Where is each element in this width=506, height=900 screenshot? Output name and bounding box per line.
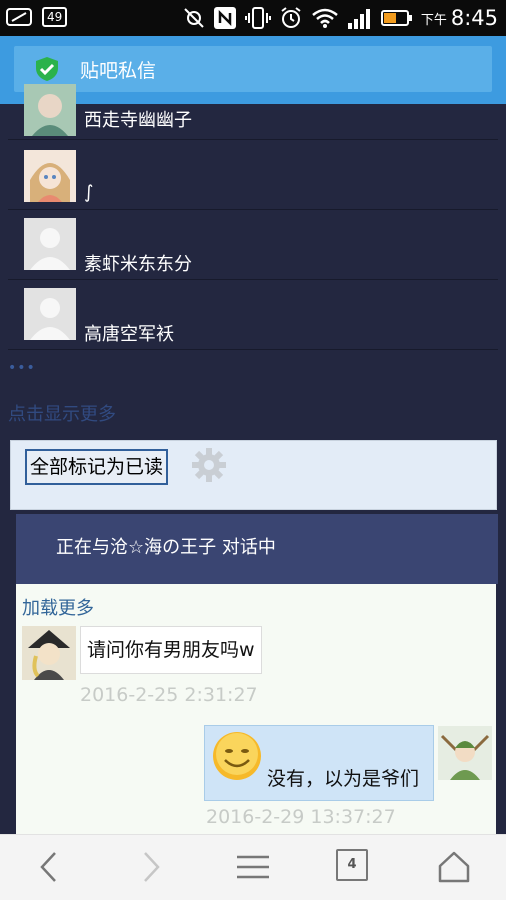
- load-more-link[interactable]: 加载更多: [22, 594, 94, 620]
- contact-item[interactable]: ∫: [8, 140, 498, 210]
- sender-avatar[interactable]: [22, 626, 76, 680]
- nfc-icon: [213, 7, 236, 29]
- mark-all-read-button[interactable]: 全部标记为已读: [25, 449, 169, 485]
- contact-item[interactable]: 高唐空军袄: [8, 280, 498, 350]
- back-icon[interactable]: [30, 847, 70, 887]
- outgoing-message-bubble: 没有，以为是爷们: [204, 725, 434, 801]
- chat-header: 正在与沧☆海の王子 对话中: [16, 514, 498, 584]
- wifi-icon: [312, 8, 338, 28]
- incoming-message-bubble: 请问你有男朋友吗w: [80, 626, 262, 674]
- tabs-button[interactable]: 4: [336, 849, 368, 881]
- smiley-emoji-icon: [213, 732, 261, 780]
- ellipsis: •••: [8, 360, 36, 376]
- home-icon[interactable]: [434, 847, 474, 887]
- contact-name: ∫: [84, 182, 94, 203]
- time-prefix: 下午: [420, 12, 447, 28]
- default-avatar-icon: [24, 218, 76, 270]
- menu-icon[interactable]: [233, 847, 273, 887]
- contact-name: 西走寺幽幽子: [84, 110, 192, 131]
- my-avatar[interactable]: [438, 726, 492, 780]
- alarm-icon: [281, 7, 301, 28]
- chat-panel: 正在与沧☆海の王子 对话中 加载更多 请问你有男朋友吗w 2016-2-25 2…: [14, 514, 498, 834]
- status-bar: 49 下午 8:45: [0, 0, 506, 36]
- contact-avatar: [24, 150, 76, 202]
- contact-item[interactable]: 素虾米东东分: [8, 210, 498, 280]
- browser-nav-bar: 4: [0, 834, 506, 900]
- screen: 49 下午 8:45 贴吧私信 西走寺幽幽子 ∫ 素虾米东东分 高唐空军袄 ••…: [0, 0, 506, 900]
- default-avatar-icon: [24, 288, 76, 340]
- contact-name: 高唐空军袄: [84, 324, 174, 345]
- mark-read-row: 全部标记为已读: [10, 440, 497, 510]
- contact-avatar: [24, 84, 76, 136]
- clock: 8:45: [450, 6, 498, 30]
- battery-icon: [380, 10, 412, 26]
- contact-item[interactable]: 西走寺幽幽子: [8, 70, 498, 140]
- forward-icon[interactable]: [130, 847, 170, 887]
- contact-name: 素虾米东东分: [84, 254, 192, 275]
- no-location-icon: [184, 8, 204, 28]
- show-more-link[interactable]: 点击显示更多: [8, 400, 116, 426]
- contact-list: 西走寺幽幽子 ∫ 素虾米东东分 高唐空军袄: [8, 84, 498, 350]
- battery-percent-badge: 49: [42, 7, 68, 27]
- screenshot-icon: [6, 8, 32, 26]
- vibrate-icon: [244, 7, 271, 29]
- signal-icon: [347, 9, 370, 29]
- message-timestamp: 2016-2-29 13:37:27: [206, 806, 396, 828]
- gear-icon[interactable]: [191, 447, 227, 483]
- message-timestamp: 2016-2-25 2:31:27: [80, 684, 258, 706]
- outgoing-message-text: 没有，以为是爷们: [267, 768, 420, 790]
